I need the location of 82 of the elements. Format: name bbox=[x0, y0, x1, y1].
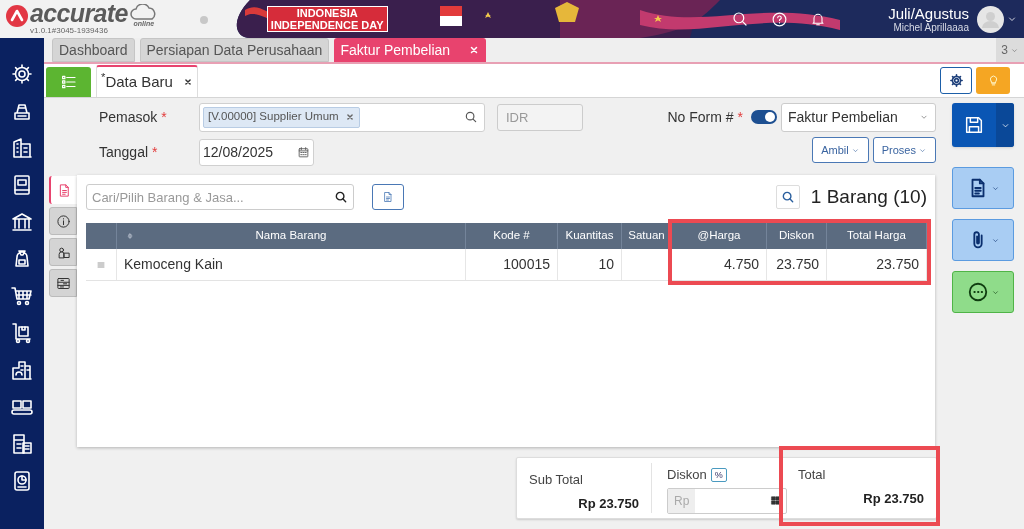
form-type-select[interactable]: Faktur Pembelian bbox=[781, 102, 936, 132]
table-cell-text: Kemoceng Kain bbox=[124, 255, 223, 274]
bell-icon[interactable] bbox=[810, 11, 827, 27]
list-button[interactable] bbox=[46, 67, 91, 97]
tab[interactable]: $^{*}$Data Baru bbox=[96, 65, 198, 97]
side-tab[interactable] bbox=[49, 238, 77, 266]
gear-icon[interactable] bbox=[10, 62, 34, 86]
search-button[interactable] bbox=[775, 185, 800, 209]
save-icon bbox=[963, 114, 985, 136]
factory-icon[interactable] bbox=[10, 358, 34, 382]
version-text: v1.0.1#3045-1939436 bbox=[30, 26, 109, 35]
save-button[interactable] bbox=[952, 103, 1014, 147]
auto-number-toggle[interactable] bbox=[751, 110, 777, 124]
logo-icon bbox=[6, 5, 28, 27]
avatar-icon[interactable] bbox=[977, 5, 1004, 33]
logo-text: accurate bbox=[30, 0, 128, 26]
dropdown-button[interactable]: Ambil bbox=[812, 137, 869, 163]
list-panel-icon bbox=[55, 275, 71, 291]
search-icon bbox=[780, 190, 795, 204]
tax-document-icon[interactable] bbox=[10, 432, 34, 456]
discount-label: Diskon bbox=[667, 466, 707, 484]
period-text: Juli/Agustus bbox=[888, 5, 969, 22]
item-count: 1 Barang (10) bbox=[810, 184, 927, 209]
hand-truck-icon[interactable] bbox=[10, 321, 34, 345]
side-tab[interactable] bbox=[49, 269, 77, 297]
supplier-chip[interactable]: [V.00000] Supplier Umum bbox=[203, 106, 360, 128]
field-label: Pemasok bbox=[99, 107, 158, 127]
tab[interactable]: Dashboard bbox=[52, 38, 135, 62]
more-button[interactable] bbox=[952, 271, 1014, 313]
subtotal-label: Sub Total bbox=[529, 471, 584, 489]
table-cell-text: 10 bbox=[598, 255, 614, 274]
table-cell-text: 23.750 bbox=[876, 255, 919, 274]
document-button[interactable] bbox=[372, 184, 404, 210]
date-field[interactable]: 12/08/2025 bbox=[199, 138, 314, 166]
currency-field[interactable]: IDR bbox=[497, 103, 583, 131]
tab-overflow-button[interactable]: 3 bbox=[996, 38, 1024, 62]
side-tab[interactable] bbox=[49, 176, 77, 204]
required-mark: * bbox=[161, 107, 167, 127]
subtotal-value: Rp 23.750 bbox=[578, 494, 639, 513]
help-icon[interactable] bbox=[771, 10, 789, 28]
table-cell-text: 4.750 bbox=[723, 255, 759, 274]
column-header[interactable]: Kuantitas bbox=[558, 223, 622, 249]
required-mark: * bbox=[152, 142, 158, 162]
settings-button[interactable] bbox=[940, 67, 972, 94]
list-icon bbox=[59, 73, 78, 91]
item-search-field[interactable]: Cari/Pilih Barang & Jasa... bbox=[86, 184, 354, 210]
search-icon[interactable] bbox=[464, 110, 478, 124]
field-label: Tanggal bbox=[99, 142, 149, 162]
attachment-button[interactable] bbox=[952, 219, 1014, 261]
total-value: Rp 23.750 bbox=[863, 489, 924, 508]
cart-icon[interactable] bbox=[10, 284, 34, 308]
close-icon[interactable] bbox=[182, 77, 193, 87]
tab[interactable]: Persiapan Data Perusahaan bbox=[139, 38, 330, 62]
calendar-icon[interactable] bbox=[297, 145, 310, 159]
total-label: Total bbox=[798, 466, 827, 484]
field-label: No Form # bbox=[667, 107, 734, 127]
settings-icon bbox=[948, 73, 964, 88]
building-icon[interactable] bbox=[10, 136, 34, 160]
document-icon bbox=[382, 191, 394, 203]
percent-toggle[interactable]: % bbox=[710, 467, 727, 482]
info-icon bbox=[55, 213, 71, 229]
table-cell-text: 23.750 bbox=[776, 255, 819, 274]
column-header[interactable]: @Harga bbox=[672, 223, 767, 249]
column-header[interactable]: Diskon bbox=[767, 223, 827, 249]
user-name: Michel Aprillaaaa bbox=[893, 22, 969, 33]
calculator-icon[interactable] bbox=[770, 495, 781, 506]
supplier-field[interactable]: [V.00000] Supplier Umum bbox=[199, 102, 485, 132]
table-cell-text: 100015 bbox=[503, 255, 550, 274]
search-icon[interactable] bbox=[334, 190, 348, 204]
dropdown-button[interactable]: Proses bbox=[872, 137, 936, 163]
cloud-icon bbox=[129, 4, 158, 20]
column-header[interactable]: Kode # bbox=[466, 223, 558, 249]
document-button[interactable] bbox=[952, 167, 1014, 209]
more-icon bbox=[966, 281, 989, 303]
column-header[interactable]: Total Harga bbox=[827, 223, 927, 249]
bank-icon[interactable] bbox=[10, 210, 34, 234]
tab[interactable]: Faktur Pembelian bbox=[334, 38, 487, 62]
banner-title: INDONESIA INDEPENDENCE DAY bbox=[266, 6, 388, 32]
currency-prefix: Rp bbox=[668, 488, 696, 513]
required-mark: * bbox=[737, 107, 743, 127]
column-header[interactable]: Nama Barang bbox=[117, 223, 466, 249]
column-header[interactable]: Satuan bbox=[622, 223, 672, 249]
